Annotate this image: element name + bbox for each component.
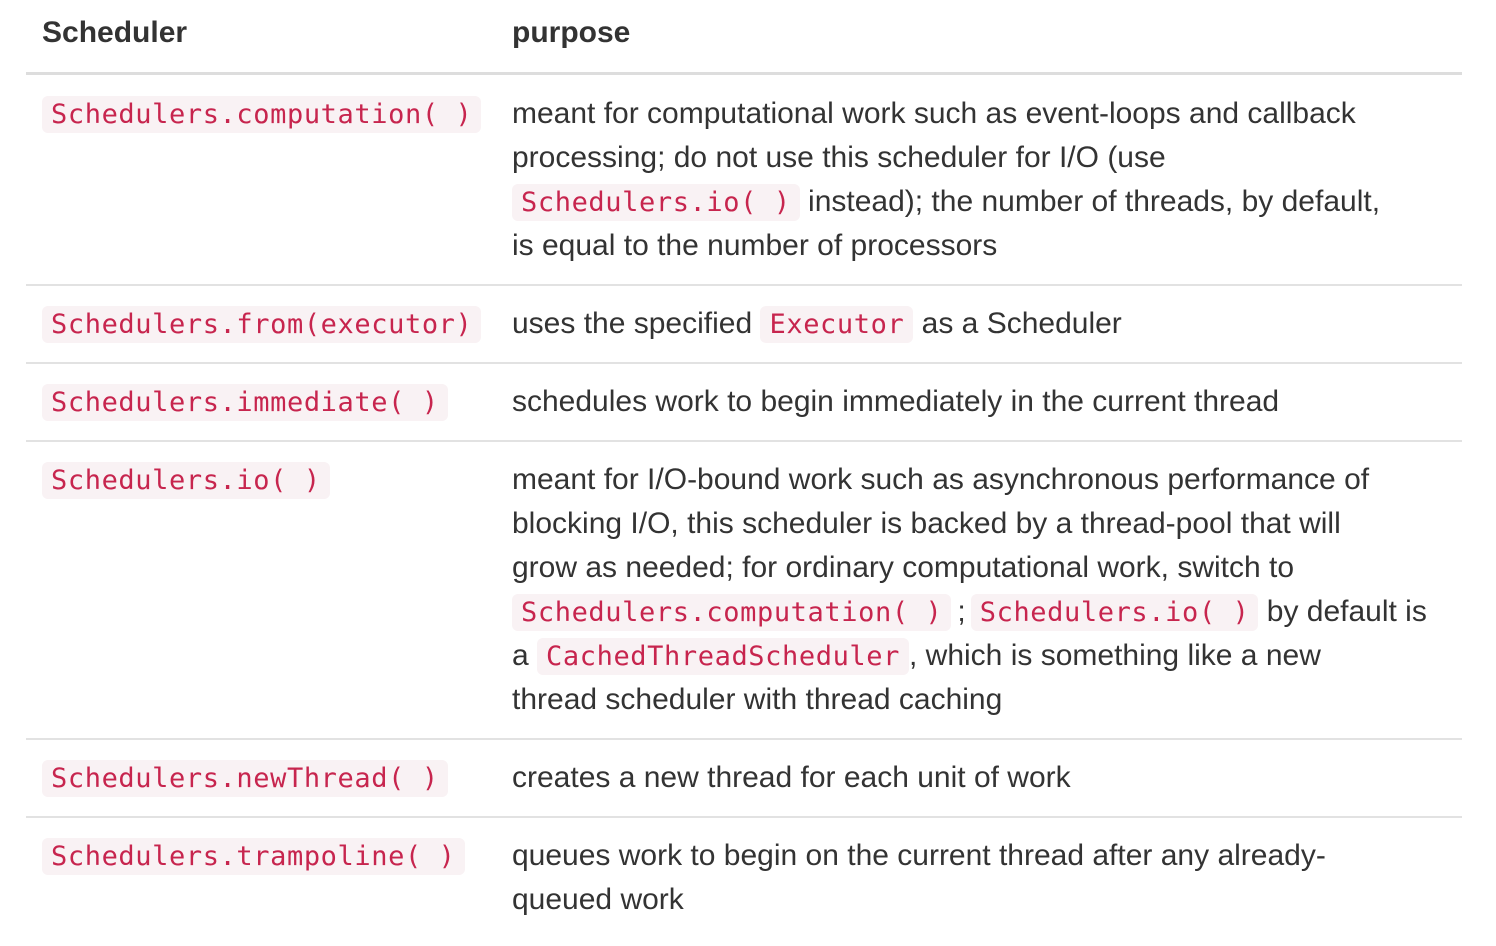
purpose-line: meant for computational work such as eve…: [512, 97, 1356, 130]
purpose-line: a CachedThreadScheduler, which is someth…: [512, 634, 1462, 678]
purpose-text: by default is: [1258, 595, 1427, 628]
purpose-cell: meant for computational work such as eve…: [512, 92, 1462, 268]
inline-code: Schedulers.computation( ): [512, 594, 952, 631]
purpose-line: creates a new thread for each unit of wo…: [512, 761, 1071, 794]
row-divider: [26, 738, 1462, 740]
inline-code: Schedulers.io( ): [512, 184, 800, 221]
header-scheduler: Scheduler: [42, 16, 188, 49]
scheduler-code: Schedulers.trampoline( ): [42, 837, 465, 875]
purpose-line: thread scheduler with thread caching: [512, 683, 1003, 716]
purpose-line: processing; do not use this scheduler fo…: [512, 141, 1166, 174]
purpose-line: schedules work to begin immediately in t…: [512, 385, 1280, 418]
purpose-cell: queues work to begin on the current thre…: [512, 834, 1462, 922]
header-divider: [26, 72, 1462, 75]
row-divider: [26, 362, 1462, 364]
scheduler-cell: Schedulers.immediate( ): [42, 380, 448, 424]
purpose-line: meant for I/O-bound work such as asynchr…: [512, 463, 1370, 496]
purpose-cell: creates a new thread for each unit of wo…: [512, 756, 1462, 800]
purpose-line: grow as needed; for ordinary computation…: [512, 551, 1295, 584]
purpose-line: Schedulers.io( ) instead); the number of…: [512, 180, 1462, 224]
purpose-text: , which is something like a new: [909, 639, 1321, 672]
scheduler-cell: Schedulers.io( ): [42, 458, 330, 502]
scheduler-cell: Schedulers.computation( ): [42, 92, 482, 136]
row-divider: [26, 284, 1462, 286]
purpose-text: ;: [957, 595, 966, 628]
scheduler-cell: Schedulers.from(executor): [42, 302, 482, 346]
inline-code: Schedulers.io( ): [970, 594, 1259, 631]
purpose-line: queues work to begin on the current thre…: [512, 839, 1326, 872]
purpose-text: instead); the number of threads, by defa…: [799, 185, 1381, 218]
scheduler-code: Schedulers.immediate( ): [42, 383, 448, 421]
purpose-text: as a Scheduler: [913, 307, 1122, 340]
row-divider: [26, 816, 1462, 818]
scheduler-code: Schedulers.computation( ): [42, 95, 482, 133]
scheduler-cell: Schedulers.newThread( ): [42, 756, 448, 800]
header-purpose: purpose: [512, 16, 631, 49]
purpose-cell: uses the specified Executor as a Schedul…: [512, 302, 1462, 346]
purpose-line: is equal to the number of processors: [512, 229, 998, 262]
purpose-line: uses the specified Executor as a Schedul…: [512, 302, 1462, 346]
purpose-cell: meant for I/O-bound work such as asynchr…: [512, 458, 1462, 722]
row-divider: [26, 440, 1462, 442]
purpose-text: uses the specified: [512, 307, 761, 340]
purpose-cell: schedules work to begin immediately in t…: [512, 380, 1462, 424]
scheduler-cell: Schedulers.trampoline( ): [42, 834, 465, 878]
inline-code: CachedThreadScheduler: [537, 638, 909, 675]
scheduler-code: Schedulers.newThread( ): [42, 759, 448, 797]
purpose-text: a: [512, 639, 538, 672]
scheduler-code: Schedulers.from(executor): [42, 305, 482, 343]
scheduler-code: Schedulers.io( ): [42, 461, 330, 499]
purpose-line: Schedulers.computation( ); Schedulers.io(…: [512, 590, 1462, 634]
purpose-line: queued work: [512, 883, 684, 916]
inline-code: Executor: [760, 306, 914, 343]
purpose-line: blocking I/O, this scheduler is backed b…: [512, 507, 1341, 540]
